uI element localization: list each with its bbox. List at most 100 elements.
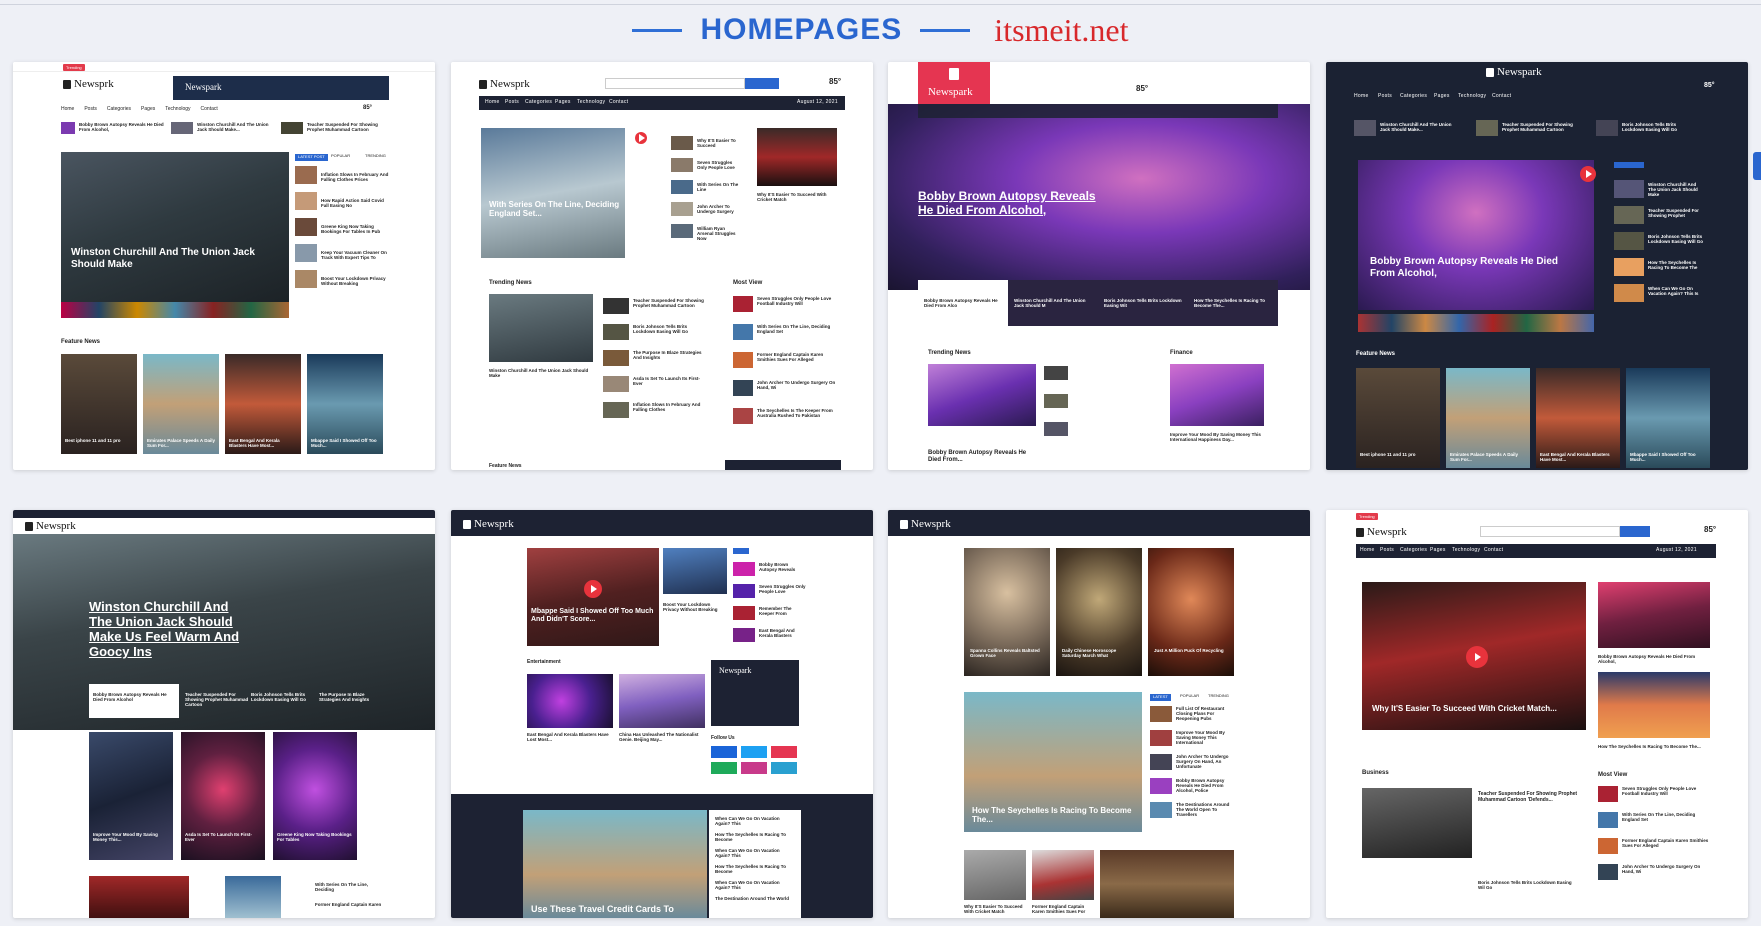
card-title[interactable]: Daily Chinese Horoscope Saturday March W…: [1062, 648, 1136, 658]
top-headline[interactable]: Boris Johnson Tells Brits Lockdown Easin…: [1622, 122, 1698, 132]
facebook-icon[interactable]: [711, 746, 737, 758]
logo[interactable]: Newspark: [1486, 66, 1542, 79]
logo[interactable]: Newsprk: [900, 518, 951, 531]
bottom-list-post[interactable]: How The Seychelles Is Racing To Become: [715, 864, 795, 874]
side-post[interactable]: How The Seychelles Is Racing To Become T…: [1598, 744, 1710, 749]
logo-text[interactable]: Newspark: [928, 86, 973, 99]
hero-headline[interactable]: How The Seychelles Is Racing To Become T…: [972, 806, 1132, 824]
side-post[interactable]: Former England Captain Karen: [315, 902, 383, 907]
hero-headline[interactable]: Why It'S Easier To Succeed With Cricket …: [1372, 704, 1572, 713]
nav-categories[interactable]: Categories: [1400, 547, 1427, 554]
side-post[interactable]: How Rapid Action Said Covid Fall Easing …: [321, 198, 389, 208]
card-title[interactable]: Spanna Collins Reveals Baltsted Grown Fa…: [970, 648, 1044, 658]
top-headline[interactable]: Bobby Brown Autopsy Reveals He Died From…: [79, 122, 169, 132]
hero-headline[interactable]: Winston Churchill And The Union Jack Sho…: [71, 247, 271, 270]
hero-image[interactable]: [1358, 160, 1594, 310]
homepage-preview-1[interactable]: Trending Newsprk Newspark Home Posts Cat…: [13, 62, 435, 470]
sub-post[interactable]: How The Seychelles Is Racing To Become T…: [1194, 298, 1274, 308]
tab-popular[interactable]: POPULAR: [331, 153, 350, 159]
list-post[interactable]: William Ryan Arsenal Struggles Now: [697, 226, 739, 242]
trending-post[interactable]: Teacher Suspended For Showing Prophet Mu…: [633, 298, 707, 308]
most-view-post[interactable]: Seven Struggles Only People Love Footbal…: [757, 296, 837, 306]
telegram-icon[interactable]: [771, 762, 797, 774]
nav-posts[interactable]: Posts: [1380, 547, 1394, 554]
list-post[interactable]: Why It'S Easier To Succeed: [697, 138, 739, 148]
nav-posts[interactable]: Posts: [505, 99, 519, 106]
homepage-preview-7[interactable]: Newsprk Spanna Collins Reveals Baltsted …: [888, 510, 1310, 918]
bottom-headline[interactable]: Use These Travel Credit Cards To: [531, 904, 707, 914]
finance-hero-title[interactable]: Improve Your Mood By Saving Money This I…: [1170, 432, 1264, 442]
most-view-post[interactable]: John Archer To Undergo Surgery On Hand, …: [757, 380, 837, 390]
hero-headline[interactable]: Mbappe Said I Showed Off Too Much And Di…: [531, 608, 655, 624]
side-post[interactable]: Bobby Brown Autopsy Reveals He Died From…: [1598, 654, 1710, 664]
most-view-post[interactable]: John Archer To Undergo Surgery On Hand, …: [1622, 864, 1710, 874]
right-hero-title[interactable]: Why It'S Easier To Succeed With Cricket …: [757, 192, 837, 202]
nav-pages[interactable]: Pages: [555, 99, 571, 106]
trending-post[interactable]: Boris Johnson Tells Brits Lockdown Easin…: [633, 324, 707, 334]
homepage-preview-5[interactable]: Newsprk Winston Churchill And The Union …: [13, 510, 435, 918]
homepage-preview-8[interactable]: Trending Newsprk 85° Home Posts Categori…: [1326, 510, 1748, 918]
feature-title[interactable]: Best iphone 11 and 11 pro: [1360, 452, 1436, 457]
play-icon[interactable]: [635, 132, 647, 144]
card-title[interactable]: Greene King Now Taking Bookings For Tabl…: [277, 832, 353, 842]
card-title[interactable]: Asda Is Set To Launch Its First-Ever: [185, 832, 261, 842]
trending-post[interactable]: Asda Is Set To Launch Its First-Ever: [633, 376, 707, 386]
nav-pages[interactable]: Pages: [1430, 547, 1446, 554]
feature-title[interactable]: East Bengal And Kerala Blasters Have Mos…: [1540, 452, 1616, 462]
play-icon[interactable]: [1466, 646, 1488, 668]
bottom-post[interactable]: Why It'S Easier To Succeed With Cricket …: [964, 904, 1026, 914]
ent-post[interactable]: East Bengal And Kerala Blasters Have Los…: [527, 732, 613, 742]
tab-trending[interactable]: TRENDING: [1208, 693, 1229, 699]
nav-home[interactable]: Home: [1354, 93, 1369, 100]
tab-popular[interactable]: POPULAR: [1180, 693, 1199, 699]
nav-contact[interactable]: Contact: [1484, 547, 1503, 554]
feature-title[interactable]: Emirates Palace Speeds A Daily Sum For..…: [1450, 452, 1526, 462]
bottom-list-post[interactable]: How The Seychelles Is Racing To Become: [715, 832, 795, 842]
sub-post[interactable]: Boris Johnson Tells Brits Lockdown Easin…: [1104, 298, 1184, 308]
bottom-list-post[interactable]: The Destination Around The World: [715, 896, 795, 901]
nav-home[interactable]: Home: [1360, 547, 1375, 554]
homepage-preview-3[interactable]: Newspark 85° Home Posts Categories Pages…: [888, 62, 1310, 470]
nav-home[interactable]: Home: [485, 99, 500, 106]
nav-posts[interactable]: Posts: [1378, 93, 1392, 100]
hero-headline[interactable]: With Series On The Line, Deciding Englan…: [489, 200, 629, 218]
top-headline[interactable]: Teacher Suspended For Showing Prophet Mu…: [307, 122, 387, 132]
whatsapp-icon[interactable]: [711, 762, 737, 774]
feature-title[interactable]: Best iphone 11 and 11 pro: [65, 438, 133, 443]
side-post[interactable]: Bobby Brown Autopsy Reveals He Died From…: [1176, 778, 1236, 794]
most-view-post[interactable]: The Seychelles Is The Keeper From Austra…: [757, 408, 837, 418]
nav-categories[interactable]: Categories: [525, 99, 552, 106]
most-view-post[interactable]: Former England Captain Karen Smithies Su…: [1622, 838, 1710, 848]
tab-trending[interactable]: TRENDING: [365, 153, 386, 159]
feature-title[interactable]: Emirates Palace Speeds A Daily Sum For..…: [147, 438, 215, 448]
most-view-post[interactable]: With Series On The Line, Deciding Englan…: [757, 324, 837, 334]
side-post[interactable]: Boost Your Lockdown Privacy Without Brea…: [321, 276, 389, 286]
feature-title[interactable]: Mbappe Said I Showed Off Too Much...: [1630, 452, 1706, 462]
list-post[interactable]: With Series On The Line: [697, 182, 739, 192]
trending-post[interactable]: The Purpose In Blaze Strategies And Insi…: [633, 350, 707, 360]
nav-technology[interactable]: Technology: [1458, 93, 1486, 100]
side-post[interactable]: Seven Struggles Only People Love: [759, 584, 807, 594]
logo[interactable]: Newsprk: [463, 518, 514, 531]
side-post[interactable]: When Can We Go On Vacation Again? This I…: [1648, 286, 1704, 296]
business-hero-title[interactable]: Teacher Suspended For Showing Prophet Mu…: [1478, 791, 1578, 804]
nav-technology[interactable]: Technology: [165, 106, 190, 114]
hero-headline[interactable]: Bobby Brown Autopsy Reveals He Died From…: [918, 189, 1108, 218]
nav-contact[interactable]: Contact: [201, 106, 218, 114]
tab-latest[interactable]: LATEST: [1150, 694, 1171, 701]
logo[interactable]: Newsprk: [479, 78, 530, 91]
hero-headline[interactable]: Winston Churchill And The Union Jack Sho…: [89, 599, 249, 660]
side-post[interactable]: East Bengal And Kerala Blasters: [759, 628, 807, 638]
logo[interactable]: Newsprk: [1356, 526, 1407, 539]
trending-hero-title[interactable]: Bobby Brown Autopsy Reveals He Died From…: [928, 450, 1036, 464]
top-headline[interactable]: Teacher Suspended For Showing Prophet Mu…: [1502, 122, 1582, 132]
top-headline[interactable]: Winston Churchill And The Union Jack Sho…: [197, 122, 277, 132]
play-icon[interactable]: [584, 580, 602, 598]
homepage-preview-6[interactable]: Newsprk Mbappe Said I Showed Off Too Muc…: [451, 510, 873, 918]
nav-contact[interactable]: Contact: [1492, 93, 1511, 100]
nav-pages[interactable]: Pages: [1434, 93, 1450, 100]
business-post[interactable]: Boris Johnson Tells Brits Lockdown Easin…: [1478, 880, 1578, 890]
twitter-icon[interactable]: [741, 746, 767, 758]
hero-headline[interactable]: Bobby Brown Autopsy Reveals He Died From…: [1370, 256, 1580, 279]
trending-hero-title[interactable]: Winston Churchill And The Union Jack Sho…: [489, 368, 593, 378]
